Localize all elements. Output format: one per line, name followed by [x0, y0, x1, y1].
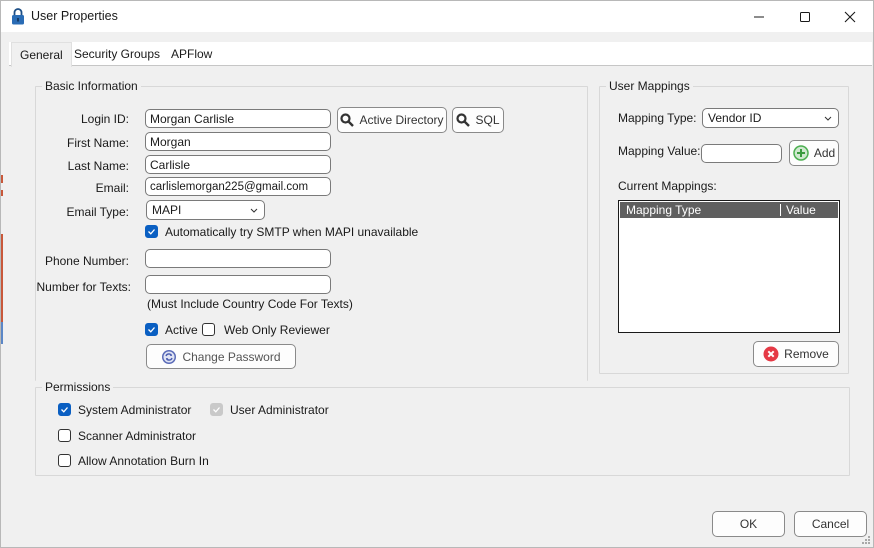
- allow-annotation-burn-in-checkbox[interactable]: [58, 454, 71, 467]
- background-app-strip: [1, 175, 3, 183]
- user-administrator-label: User Administrator: [230, 403, 329, 417]
- allow-annotation-burn-in-label: Allow Annotation Burn In: [78, 454, 209, 468]
- remove-icon: [763, 346, 779, 362]
- padlock-icon: [12, 8, 24, 25]
- text-number-hint: (Must Include Country Code For Texts): [147, 297, 353, 311]
- email-type-value: MAPI: [152, 203, 182, 217]
- mapping-type-label: Mapping Type:: [618, 111, 697, 125]
- mapping-value-input[interactable]: [701, 144, 782, 163]
- remove-mapping-button[interactable]: Remove: [753, 341, 839, 367]
- active-directory-label: Active Directory: [359, 113, 444, 127]
- tab-apflow[interactable]: APFlow: [163, 42, 220, 66]
- mappings-list-header: Mapping Type Value: [620, 202, 838, 218]
- minimize-button[interactable]: [736, 1, 782, 32]
- checkmark-icon: [61, 407, 68, 413]
- resize-grip-icon[interactable]: [861, 535, 871, 545]
- close-icon: [844, 11, 856, 22]
- background-app-strip: [1, 234, 3, 322]
- remove-mapping-label: Remove: [784, 347, 829, 361]
- checkmark-icon: [213, 407, 220, 413]
- system-administrator-label: System Administrator: [78, 403, 192, 417]
- sql-button[interactable]: SQL: [452, 107, 504, 133]
- phone-number-input[interactable]: [145, 249, 331, 268]
- column-header-mapping-type[interactable]: Mapping Type: [626, 203, 701, 217]
- active-directory-button[interactable]: Active Directory: [337, 107, 447, 133]
- sql-label: SQL: [475, 113, 500, 127]
- scanner-administrator-label: Scanner Administrator: [78, 429, 197, 443]
- system-administrator-checkbox[interactable]: [58, 403, 71, 416]
- tab-strip: General Security Groups APFlow: [9, 42, 872, 67]
- basic-information-title: Basic Information: [42, 79, 141, 93]
- login-id-label: Login ID:: [80, 112, 129, 126]
- last-name-label: Last Name:: [67, 159, 129, 173]
- title-bar[interactable]: User Properties: [1, 1, 873, 32]
- auto-smtp-label: Automatically try SMTP when MAPI unavail…: [165, 225, 419, 239]
- email-label: Email:: [95, 181, 129, 195]
- user-mappings-title: User Mappings: [606, 79, 693, 93]
- last-name-input[interactable]: [145, 155, 331, 174]
- ok-label: OK: [739, 517, 758, 531]
- mapping-type-select[interactable]: Vendor ID: [702, 108, 839, 128]
- background-app-strip: [1, 190, 3, 196]
- refresh-icon: [162, 349, 177, 364]
- add-mapping-label: Add: [813, 146, 836, 160]
- search-icon: [340, 113, 355, 127]
- email-type-select[interactable]: MAPI: [146, 200, 265, 220]
- text-number-input[interactable]: [145, 275, 331, 294]
- checkmark-icon: [148, 327, 155, 333]
- active-label: Active: [165, 323, 198, 337]
- active-checkbox[interactable]: [145, 323, 158, 336]
- phone-number-label: Phone Number:: [44, 254, 129, 268]
- ok-button[interactable]: OK: [712, 511, 785, 537]
- checkmark-icon: [148, 229, 155, 235]
- tab-security-groups[interactable]: Security Groups: [66, 42, 168, 66]
- user-properties-window: User Properties General Security Groups …: [0, 0, 874, 548]
- plus-circle-icon: [793, 145, 809, 161]
- column-separator[interactable]: [780, 204, 781, 216]
- change-password-button[interactable]: Change Password: [146, 344, 296, 369]
- permissions-title: Permissions: [42, 380, 114, 394]
- first-name-label: First Name:: [66, 136, 129, 150]
- user-administrator-checkbox[interactable]: [210, 403, 223, 416]
- column-header-value[interactable]: Value: [786, 203, 816, 217]
- scanner-administrator-checkbox[interactable]: [58, 429, 71, 442]
- maximize-button[interactable]: [782, 1, 828, 32]
- chevron-down-icon: [250, 208, 258, 213]
- login-id-input[interactable]: [145, 109, 331, 128]
- auto-smtp-checkbox[interactable]: [145, 225, 158, 238]
- first-name-input[interactable]: [145, 132, 331, 151]
- text-number-label: Number for Texts:: [36, 280, 131, 294]
- email-input[interactable]: [145, 177, 331, 196]
- add-mapping-button[interactable]: Add: [789, 140, 839, 166]
- change-password-label: Change Password: [182, 349, 281, 364]
- web-only-reviewer-checkbox[interactable]: [202, 323, 215, 336]
- email-type-label: Email Type:: [66, 205, 129, 219]
- search-icon: [456, 113, 471, 127]
- mapping-type-value: Vendor ID: [708, 111, 762, 125]
- minimize-icon: [754, 16, 764, 17]
- web-only-reviewer-label: Web Only Reviewer: [224, 323, 330, 337]
- chevron-down-icon: [824, 116, 832, 121]
- cancel-button[interactable]: Cancel: [794, 511, 867, 537]
- mapping-value-label: Mapping Value:: [618, 144, 701, 158]
- close-button[interactable]: [827, 1, 873, 32]
- background-app-strip: [1, 322, 3, 344]
- current-mappings-list[interactable]: Mapping Type Value: [618, 200, 840, 333]
- window-title: User Properties: [31, 9, 118, 23]
- maximize-icon: [800, 11, 810, 22]
- cancel-label: Cancel: [811, 517, 850, 531]
- current-mappings-label: Current Mappings:: [618, 179, 717, 193]
- tab-general[interactable]: General: [11, 42, 72, 67]
